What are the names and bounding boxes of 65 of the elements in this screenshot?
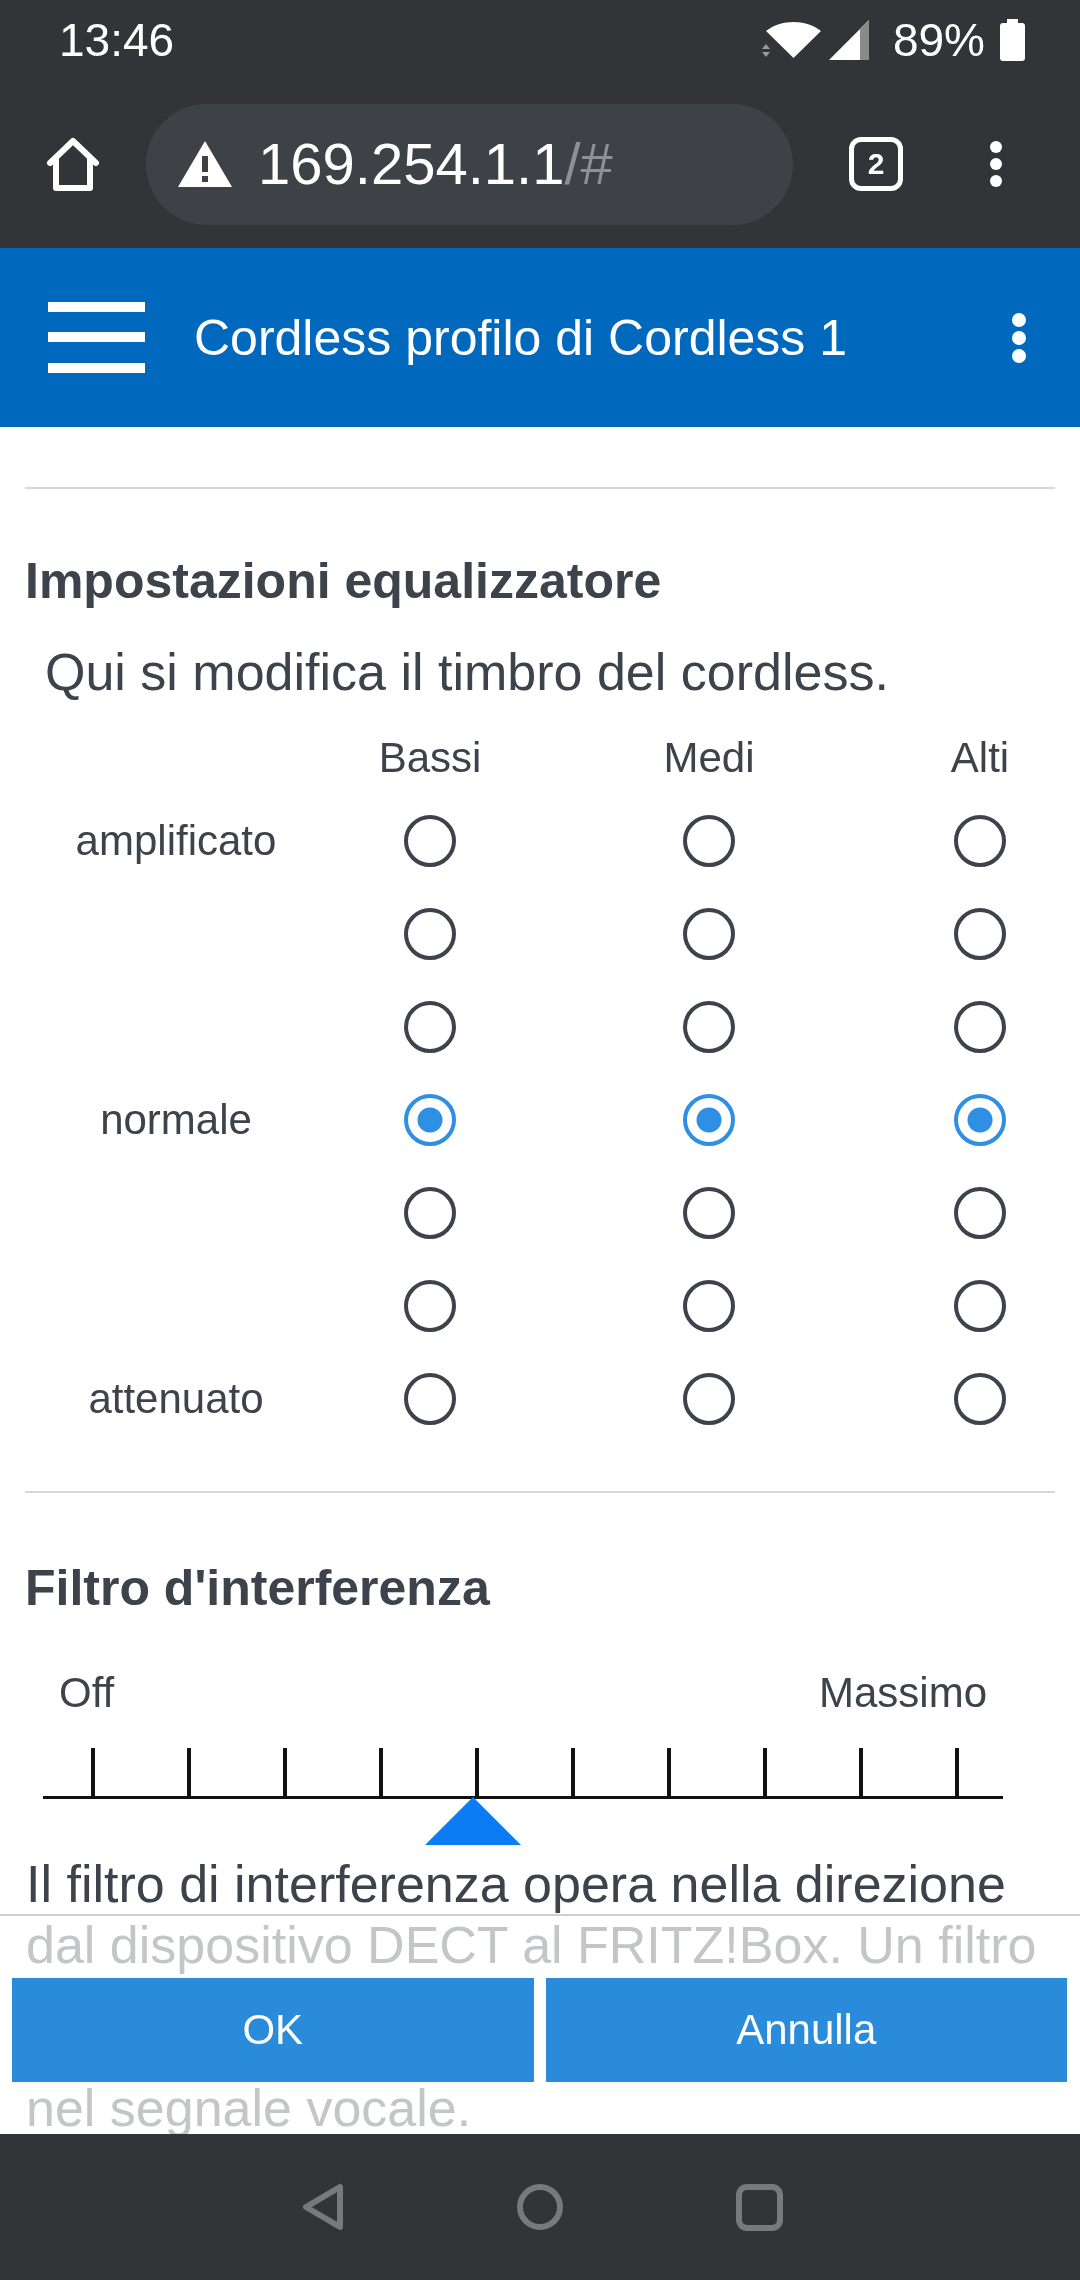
- radio-button[interactable]: [954, 1000, 1006, 1053]
- slider-max-label: Massimo: [818, 1668, 987, 1718]
- page-title: Cordless profilo di Cordless 1: [194, 308, 848, 368]
- tick-mark: [379, 1748, 383, 1798]
- status-time: 13:46: [59, 13, 175, 67]
- back-icon[interactable]: [302, 2183, 344, 2231]
- address-bar[interactable]: 169.254.1.1/#: [146, 103, 793, 225]
- signal-icon: [828, 20, 869, 60]
- column-header: Medi: [663, 733, 755, 783]
- radio-button[interactable]: [683, 1186, 735, 1239]
- wifi-icon: [760, 22, 821, 58]
- radio-button[interactable]: [404, 814, 456, 867]
- tick-mark: [667, 1748, 671, 1798]
- tab-switcher-button[interactable]: 2: [849, 137, 903, 191]
- section-description: Qui si modifica il timbro del cordless.: [45, 642, 889, 703]
- section-title: Filtro d'interferenza: [25, 1559, 490, 1618]
- home-icon[interactable]: [45, 136, 101, 192]
- battery-icon: [1000, 19, 1025, 61]
- radio-button[interactable]: [683, 1093, 735, 1146]
- tick-mark: [763, 1748, 767, 1798]
- radio-button[interactable]: [404, 1186, 456, 1239]
- radio-button[interactable]: [404, 907, 456, 960]
- radio-button[interactable]: [404, 1093, 456, 1146]
- radio-button[interactable]: [683, 907, 735, 960]
- tick-mark: [187, 1748, 191, 1798]
- url-text: 169.254.1.1/#: [258, 131, 613, 197]
- tick-mark: [571, 1748, 575, 1798]
- tick-mark: [955, 1748, 959, 1798]
- more-options-icon[interactable]: [1011, 312, 1027, 363]
- row-label: amplificato: [75, 815, 277, 866]
- warning-icon: [177, 139, 233, 189]
- radio-button[interactable]: [954, 1279, 1006, 1332]
- radio-button[interactable]: [954, 1372, 1006, 1425]
- column-header: Bassi: [378, 733, 482, 783]
- row-label: normale: [100, 1094, 252, 1145]
- radio-button[interactable]: [954, 1186, 1006, 1239]
- radio-button[interactable]: [683, 1000, 735, 1053]
- column-header: Alti: [950, 733, 1010, 783]
- tick-mark: [91, 1748, 95, 1798]
- tick-mark: [859, 1748, 863, 1798]
- radio-button[interactable]: [683, 1372, 735, 1425]
- slider-min-label: Off: [59, 1668, 115, 1718]
- action-button[interactable]: OK: [12, 1978, 534, 2082]
- tick-mark: [283, 1748, 287, 1798]
- radio-button[interactable]: [683, 1279, 735, 1332]
- slider-thumb[interactable]: [425, 1797, 522, 1845]
- radio-button[interactable]: [954, 1093, 1006, 1146]
- radio-button[interactable]: [404, 1279, 456, 1332]
- section-title: Impostazioni equalizzatore: [25, 552, 662, 611]
- radio-button[interactable]: [404, 1000, 456, 1053]
- row-label: attenuato: [88, 1373, 264, 1424]
- nav-home-icon[interactable]: [517, 2184, 563, 2230]
- radio-button[interactable]: [683, 814, 735, 867]
- radio-button[interactable]: [404, 1372, 456, 1425]
- battery-percent-text: 89%: [892, 13, 985, 67]
- menu-icon[interactable]: [48, 302, 145, 373]
- recent-apps-icon[interactable]: [736, 2183, 783, 2231]
- description-text: Il filtro di interferenza opera nella direzione: [26, 1854, 1006, 1914]
- radio-button[interactable]: [954, 814, 1006, 867]
- action-button[interactable]: Annulla: [545, 1978, 1067, 2082]
- more-options-icon[interactable]: [990, 141, 1002, 187]
- faded-description-text: dal dispositivo DECT al FRITZ!Box. Un filtro: [25, 1916, 1037, 1974]
- tick-mark: [475, 1748, 479, 1798]
- radio-button[interactable]: [954, 907, 1006, 960]
- faded-description-text: nel segnale vocale.: [25, 2082, 472, 2134]
